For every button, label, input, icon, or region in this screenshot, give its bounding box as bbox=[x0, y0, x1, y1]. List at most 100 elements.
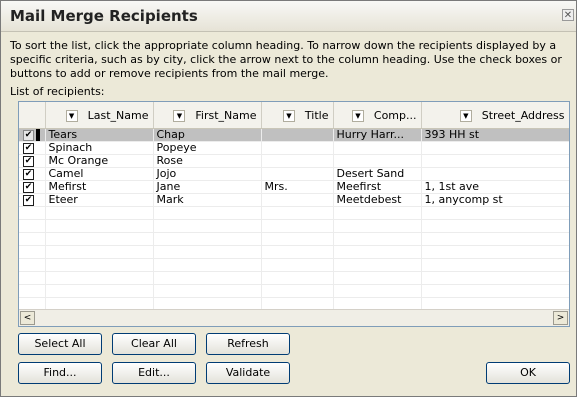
cell-street-address bbox=[421, 154, 569, 168]
column-header-company[interactable]: ▼ Comp... bbox=[333, 102, 422, 129]
refresh-button[interactable]: Refresh bbox=[206, 333, 290, 355]
empty-cell bbox=[421, 219, 569, 233]
recipient-row[interactable]: ✔ Tears Chap Hurry Harr... 393 HH st bbox=[19, 128, 569, 142]
recipient-row[interactable]: ✔ Camel Jojo Desert Sand bbox=[19, 167, 569, 181]
title-bar: Mail Merge Recipients ✕ bbox=[1, 1, 576, 32]
recipient-checkbox[interactable]: ✔ bbox=[23, 194, 34, 206]
cell-company: Meefirst bbox=[333, 180, 422, 194]
recipient-checkbox[interactable]: ✔ bbox=[23, 168, 34, 180]
scroll-left-icon[interactable]: < bbox=[20, 311, 35, 325]
dropdown-arrow-icon[interactable]: ▼ bbox=[65, 109, 78, 122]
empty-cell bbox=[19, 284, 46, 298]
empty-row[interactable] bbox=[19, 271, 569, 285]
empty-cell bbox=[45, 271, 154, 285]
column-label: Comp... bbox=[373, 108, 417, 122]
recipient-row[interactable]: ✔ Eteer Mark Meetdebest 1, anycomp st bbox=[19, 193, 569, 207]
cell-title: Mrs. bbox=[261, 180, 334, 194]
cell-title bbox=[261, 167, 334, 181]
empty-row[interactable] bbox=[19, 232, 569, 246]
cell-last-name: Spinach bbox=[45, 141, 154, 155]
empty-cell bbox=[45, 232, 154, 246]
empty-cell bbox=[261, 219, 334, 233]
checkbox-cell[interactable]: ✔ bbox=[19, 128, 46, 142]
checkbox-cell[interactable]: ✔ bbox=[19, 180, 46, 194]
empty-cell bbox=[333, 271, 422, 285]
cell-first-name: Jojo bbox=[153, 167, 262, 181]
cell-last-name: Tears bbox=[45, 128, 154, 142]
cell-first-name: Rose bbox=[153, 154, 262, 168]
cell-street-address bbox=[421, 167, 569, 181]
column-header-street-address[interactable]: ▼ Street_Address bbox=[421, 102, 569, 129]
column-header-first-name[interactable]: ▼ First_Name bbox=[153, 102, 262, 129]
empty-row[interactable] bbox=[19, 258, 569, 272]
empty-row[interactable] bbox=[19, 284, 569, 298]
cell-street-address: 1, anycomp st bbox=[421, 193, 569, 207]
empty-cell bbox=[45, 206, 154, 220]
checkbox-column-header bbox=[19, 102, 46, 129]
empty-cell bbox=[45, 284, 154, 298]
empty-cell bbox=[261, 232, 334, 246]
empty-cell bbox=[19, 206, 46, 220]
recipient-row[interactable]: ✔ Spinach Popeye bbox=[19, 141, 569, 155]
empty-cell bbox=[421, 284, 569, 298]
recipients-rows: ✔ Tears Chap Hurry Harr... 393 HH st ✔ Spinach… bbox=[19, 128, 569, 311]
column-label: Street_Address bbox=[481, 108, 565, 122]
cell-first-name: Chap bbox=[153, 128, 262, 142]
empty-cell bbox=[153, 232, 262, 246]
empty-cell bbox=[153, 206, 262, 220]
validate-button[interactable]: Validate bbox=[206, 362, 290, 384]
cell-last-name: Mc Orange bbox=[45, 154, 154, 168]
mail-merge-recipients-dialog: Mail Merge Recipients ✕ To sort the list… bbox=[0, 0, 577, 397]
empty-cell bbox=[19, 245, 46, 259]
select-all-button[interactable]: Select All bbox=[18, 333, 102, 355]
empty-cell bbox=[421, 206, 569, 220]
cell-last-name: Eteer bbox=[45, 193, 154, 207]
cell-company bbox=[333, 154, 422, 168]
dropdown-arrow-icon[interactable]: ▼ bbox=[282, 109, 295, 122]
empty-row[interactable] bbox=[19, 245, 569, 259]
edit-button[interactable]: Edit... bbox=[112, 362, 196, 384]
dropdown-arrow-icon[interactable]: ▼ bbox=[351, 109, 364, 122]
column-header-last-name[interactable]: ▼ Last_Name bbox=[45, 102, 154, 129]
empty-cell bbox=[333, 219, 422, 233]
cell-last-name: Camel bbox=[45, 167, 154, 181]
find-button[interactable]: Find... bbox=[18, 362, 102, 384]
empty-cell bbox=[45, 258, 154, 272]
cell-company: Desert Sand bbox=[333, 167, 422, 181]
horizontal-scrollbar[interactable]: < > bbox=[19, 309, 569, 326]
cell-company bbox=[333, 141, 422, 155]
dropdown-arrow-icon[interactable]: ▼ bbox=[173, 109, 186, 122]
empty-cell bbox=[333, 245, 422, 259]
recipient-checkbox[interactable]: ✔ bbox=[23, 155, 34, 167]
recipient-checkbox[interactable]: ✔ bbox=[23, 129, 34, 141]
scroll-right-icon[interactable]: > bbox=[553, 311, 568, 325]
empty-row[interactable] bbox=[19, 206, 569, 220]
recipient-row[interactable]: ✔ Mefirst Jane Mrs. Meefirst 1, 1st ave bbox=[19, 180, 569, 194]
empty-cell bbox=[333, 232, 422, 246]
cell-title bbox=[261, 141, 334, 155]
empty-cell bbox=[19, 271, 46, 285]
cell-company: Meetdebest bbox=[333, 193, 422, 207]
recipient-checkbox[interactable]: ✔ bbox=[23, 142, 34, 154]
close-icon[interactable]: ✕ bbox=[562, 9, 574, 21]
column-label: First_Name bbox=[195, 108, 257, 122]
ok-button[interactable]: OK bbox=[486, 362, 570, 384]
checkbox-cell[interactable]: ✔ bbox=[19, 193, 46, 207]
header-row: ▼ Last_Name ▼ First_Name ▼ Title ▼ Comp... ▼… bbox=[19, 102, 569, 129]
empty-cell bbox=[19, 258, 46, 272]
checkbox-cell[interactable]: ✔ bbox=[19, 141, 46, 155]
clear-all-button[interactable]: Clear All bbox=[112, 333, 196, 355]
recipient-row[interactable]: ✔ Mc Orange Rose bbox=[19, 154, 569, 168]
dropdown-arrow-icon[interactable]: ▼ bbox=[459, 109, 472, 122]
list-of-recipients-label: List of recipients: bbox=[10, 85, 105, 98]
empty-cell bbox=[421, 271, 569, 285]
empty-cell bbox=[19, 219, 46, 233]
empty-row[interactable] bbox=[19, 219, 569, 233]
checkbox-cell[interactable]: ✔ bbox=[19, 154, 46, 168]
recipient-checkbox[interactable]: ✔ bbox=[23, 181, 34, 193]
empty-cell bbox=[261, 206, 334, 220]
column-header-title[interactable]: ▼ Title bbox=[261, 102, 334, 129]
empty-cell bbox=[153, 245, 262, 259]
empty-cell bbox=[45, 219, 154, 233]
checkbox-cell[interactable]: ✔ bbox=[19, 167, 46, 181]
